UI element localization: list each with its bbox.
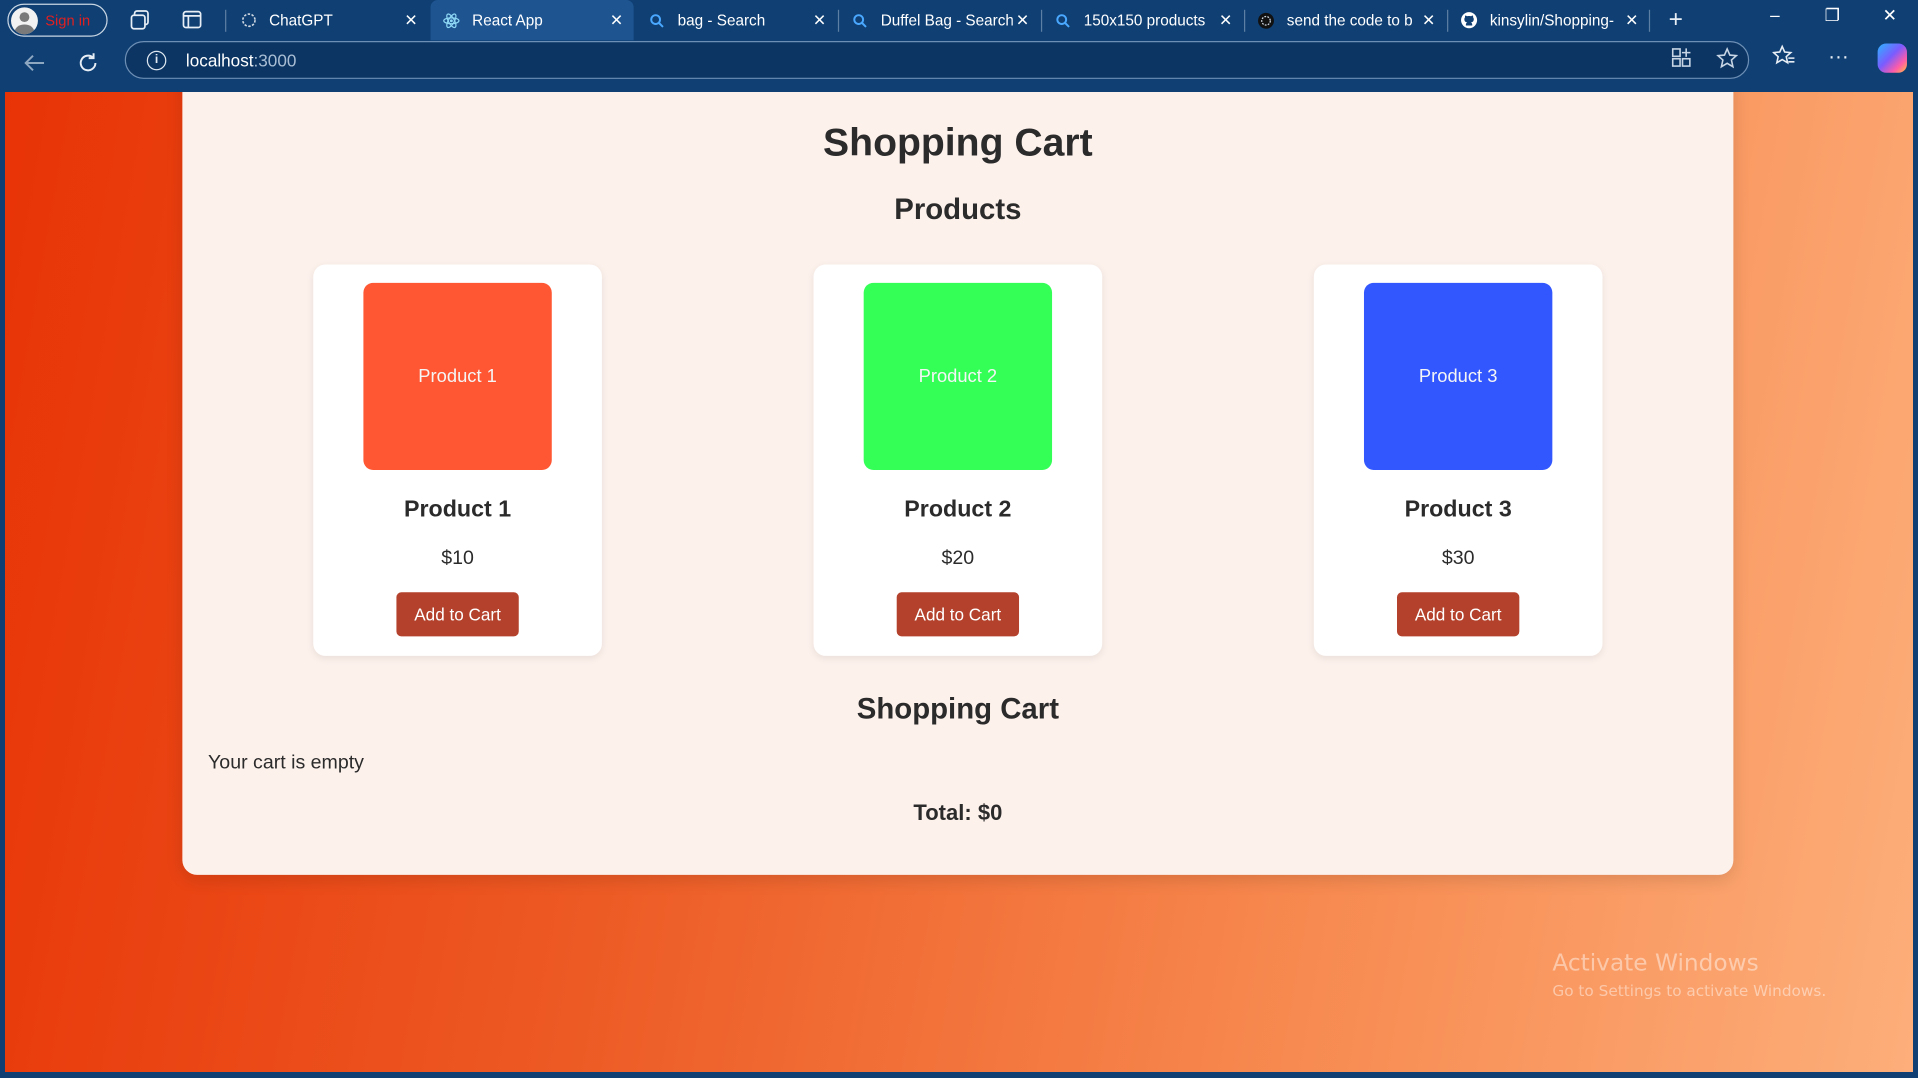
- chatgpt-icon: [240, 12, 257, 29]
- add-to-cart-button[interactable]: Add to Cart: [896, 592, 1020, 637]
- tab-send-code[interactable]: send the code to b ✕: [1245, 0, 1446, 40]
- more-options-icon[interactable]: ···: [1820, 45, 1857, 69]
- react-icon: [443, 12, 460, 29]
- product-price: $30: [1441, 548, 1475, 570]
- page-viewport: Shopping Cart Products Product 1 Product…: [5, 92, 1913, 1072]
- page-title: Shopping Cart: [823, 120, 1093, 165]
- tab-chatgpt[interactable]: ChatGPT ✕: [228, 0, 429, 40]
- shopping-cart-app: Shopping Cart Products Product 1 Product…: [182, 92, 1734, 875]
- close-window-button[interactable]: ✕: [1871, 5, 1908, 26]
- url-host: localhost: [185, 50, 254, 70]
- windows-activation-watermark: Activate Windows Go to Settings to activ…: [1552, 949, 1826, 999]
- copilot-icon[interactable]: [1877, 43, 1907, 73]
- cart-empty-message: Your cart is empty: [208, 752, 364, 774]
- product-image-label: Product 1: [418, 365, 497, 387]
- back-arrow-icon[interactable]: [16, 45, 53, 82]
- close-icon[interactable]: ✕: [1419, 10, 1439, 30]
- restore-button[interactable]: ❐: [1814, 5, 1851, 26]
- add-to-cart-button[interactable]: Add to Cart: [1397, 592, 1520, 637]
- close-icon[interactable]: ✕: [1013, 10, 1033, 30]
- sign-in-label: Sign in: [45, 11, 91, 29]
- address-bar[interactable]: i localhost:3000: [124, 41, 1750, 79]
- tab-bag-search[interactable]: bag - Search ✕: [636, 0, 837, 40]
- site-info-icon[interactable]: i: [146, 50, 167, 70]
- new-tab-button[interactable]: +: [1665, 6, 1687, 33]
- browser-toolbar: i localhost:3000 ···: [0, 41, 1918, 92]
- product-image-label: Product 2: [918, 365, 998, 387]
- tab-actions-icon[interactable]: [181, 9, 203, 31]
- product-name: Product 3: [1404, 496, 1512, 523]
- product-price: $20: [941, 548, 975, 570]
- refresh-icon[interactable]: [70, 45, 107, 82]
- cart-total: Total: $0: [913, 800, 1003, 825]
- product-card: Product 1 Product 1 $10 Add to Cart: [313, 264, 602, 656]
- browser-tab-bar: Sign in ChatGPT ✕ React App ✕ bag - Sear…: [0, 0, 1918, 41]
- watermark-title: Activate Windows: [1552, 949, 1759, 977]
- cart-heading: Shopping Cart: [856, 692, 1059, 726]
- watermark-subtitle: Go to Settings to activate Windows.: [1552, 981, 1827, 1000]
- tab-separator: [1648, 9, 1651, 32]
- app-available-icon[interactable]: [1671, 47, 1692, 75]
- close-icon[interactable]: ✕: [810, 10, 830, 30]
- tab-title: ChatGPT: [269, 11, 333, 29]
- url-port: :3000: [253, 50, 297, 70]
- profile-avatar-icon: [11, 6, 38, 34]
- close-icon[interactable]: ✕: [1622, 10, 1642, 30]
- minimize-button[interactable]: –: [1757, 5, 1794, 25]
- search-icon: [648, 12, 665, 29]
- close-icon[interactable]: ✕: [607, 10, 627, 30]
- tab-title: 150x150 products: [1083, 11, 1206, 29]
- close-icon[interactable]: ✕: [1216, 10, 1236, 30]
- product-image-label: Product 3: [1418, 365, 1498, 387]
- product-name: Product 1: [403, 496, 512, 523]
- tab-title: kinsylin/Shopping-: [1489, 11, 1614, 29]
- tab-separator: [225, 9, 227, 32]
- product-card: Product 2 Product 2 $20 Add to Cart: [813, 264, 1103, 656]
- add-to-cart-button[interactable]: Add to Cart: [396, 592, 519, 637]
- tab-github-repo[interactable]: kinsylin/Shopping- ✕: [1448, 0, 1649, 40]
- tab-title: Duffel Bag - Search: [880, 11, 1013, 29]
- favorite-star-icon[interactable]: [1716, 46, 1739, 75]
- chatgpt-icon: [1257, 12, 1274, 29]
- tab-react-app[interactable]: React App ✕: [430, 0, 634, 41]
- tab-title: send the code to b: [1286, 11, 1413, 29]
- favorites-icon[interactable]: [1765, 44, 1802, 73]
- product-image: Product 3: [1363, 282, 1553, 470]
- tab-title: React App: [472, 11, 543, 29]
- url-text: localhost:3000: [186, 50, 296, 70]
- product-image: Product 1: [363, 282, 552, 470]
- tab-title: bag - Search: [677, 11, 766, 29]
- product-price: $10: [441, 548, 474, 570]
- search-icon: [1054, 12, 1071, 29]
- workspaces-icon[interactable]: [128, 9, 150, 31]
- tab-duffel-bag-search[interactable]: Duffel Bag - Search ✕: [839, 0, 1040, 40]
- close-icon[interactable]: ✕: [401, 10, 421, 30]
- sign-in-button[interactable]: Sign in: [7, 3, 108, 37]
- product-card: Product 3 Product 3 $30 Add to Cart: [1313, 264, 1603, 656]
- github-icon: [1461, 12, 1478, 29]
- product-name: Product 2: [904, 496, 1012, 523]
- search-icon: [851, 12, 868, 29]
- tab-products-search[interactable]: 150x150 products ✕: [1042, 0, 1243, 40]
- products-heading: Products: [894, 193, 1022, 227]
- product-image: Product 2: [863, 282, 1053, 470]
